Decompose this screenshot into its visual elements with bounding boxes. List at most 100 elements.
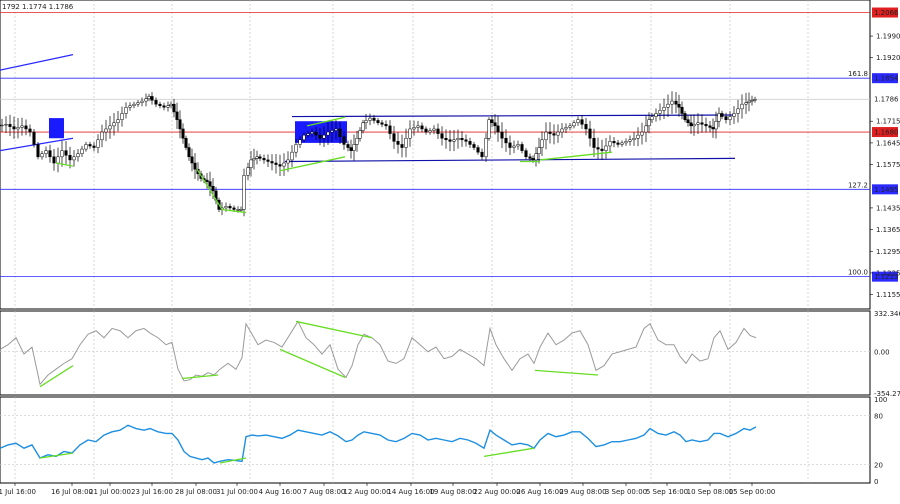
candle-body [544,131,548,141]
candle-body [270,161,274,164]
candle-body [484,137,488,158]
candle-body [88,144,92,147]
rsi-axis-label: 100 [874,396,887,404]
candle-body [628,139,632,142]
candle-body [44,150,48,154]
candle-body [436,128,440,134]
candle-body [172,103,176,113]
supply-demand-zone[interactable] [49,118,64,139]
candle-body [647,119,651,127]
candle-body [334,128,338,131]
candle-body [314,131,318,136]
candle-body [298,139,302,145]
candle-body [620,142,624,145]
candle-body [64,150,68,156]
candle-body [318,134,322,139]
date-tick-label: 3 Sep 00:00 [605,488,647,496]
candle-body [500,131,504,139]
candle-body [747,100,751,103]
candle-body [132,103,136,106]
candle-body [576,119,580,124]
candle-body [278,164,282,167]
candle-body [604,145,608,151]
candle-body [666,103,670,108]
candle-body [104,128,108,133]
price-level-tag-text: 1.1680 [874,129,899,137]
candle-body [674,100,678,105]
candle-body [612,141,616,144]
candle-body [20,125,24,128]
candle-body [136,102,140,105]
candle-body [556,131,560,136]
date-axis: 11 Jul 16:00 16 Jul 08:0021 Jul 00:0023 J… [0,483,775,496]
price-level-tag-text: 1.1786 [874,96,899,104]
candle-body [468,141,472,145]
candle-body [249,159,253,168]
candle-body [658,110,662,114]
price-tick-label: 1.1920 [876,54,900,62]
date-tick-label: 7 Aug 08:00 [303,488,346,496]
candle-body [452,139,456,142]
candle-body [76,153,80,158]
date-tick-label: 19 Aug 08:00 [429,488,476,496]
candle-body [262,158,266,161]
candle-body [266,159,270,162]
candle-body [48,150,52,158]
candle-body [193,162,197,170]
candle-body [175,111,179,120]
candle-body [181,128,185,139]
candle-body [4,124,8,126]
price-tick-label: 1.1295 [876,248,900,256]
candle-body [384,124,388,127]
candle-body [644,125,648,133]
candle-body [480,151,484,158]
chart-canvas[interactable]: 161.8 127.2 100.0 1.2066 1.1854 1.1786 1.1680… [0,0,900,500]
candle-body [420,125,424,130]
candle-body [80,148,84,154]
candle-body [190,156,194,164]
candle-body [416,125,420,128]
candle-body [24,125,28,130]
candle-body [654,113,658,117]
candle-body [187,147,191,158]
candle-body [236,209,240,211]
candle-body [740,103,744,110]
date-tick-label: 22 Aug 00:00 [473,488,520,496]
fib-label: 127.2 [848,181,868,189]
candle-body [258,156,262,159]
candle-body [352,144,356,151]
candle-body [306,133,310,136]
candle-body [528,156,532,159]
candle-body [720,113,724,117]
candle-body [338,128,342,137]
candle-body [662,107,666,111]
date-tick-label: 4 Aug 16:00 [259,488,302,496]
candle-body [711,127,715,130]
candle-body [736,108,740,114]
candle-body [150,96,154,101]
candle-body [404,137,408,148]
candle-body [92,145,96,148]
fib-label: 100.0 [848,269,868,277]
candle-body [108,125,112,130]
indicator-axes: 332.34670.00-354.27510080200 [874,310,900,486]
candle-body [456,137,460,141]
date-tick-label: 14 Aug 16:00 [387,488,434,496]
price-tick-label: 1.1365 [876,226,900,234]
price-level-tag: 1.1854 [872,73,899,84]
candle-body [84,144,88,150]
candle-body [750,99,754,102]
candle-body [592,137,596,148]
candle-body [0,124,4,127]
candle-body [600,148,604,151]
candle-body [670,100,674,105]
candle-body [380,122,384,125]
date-tick-label: 21 Jul 00:00 [89,488,131,496]
candle-body [228,206,232,209]
candle-body [116,119,120,124]
candle-body [692,124,696,127]
candle-body [56,156,60,164]
candle-body [28,128,32,133]
candle-body [588,128,592,139]
candle-body [683,113,687,120]
